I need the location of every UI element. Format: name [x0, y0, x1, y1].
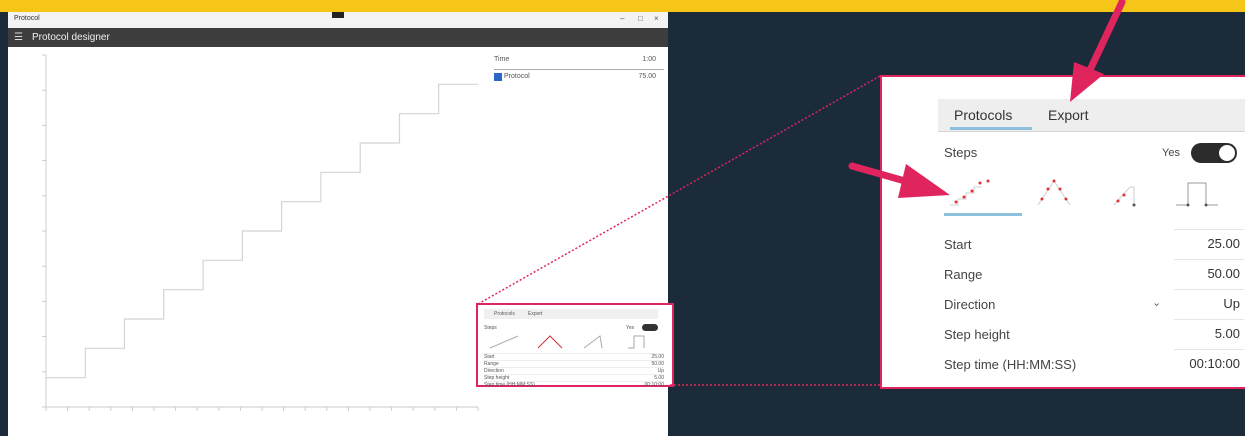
arrow-pointing-export: [1070, 0, 1126, 102]
annotation-arrows: [848, 0, 1126, 198]
arrow-pointing-shape: [848, 162, 950, 198]
